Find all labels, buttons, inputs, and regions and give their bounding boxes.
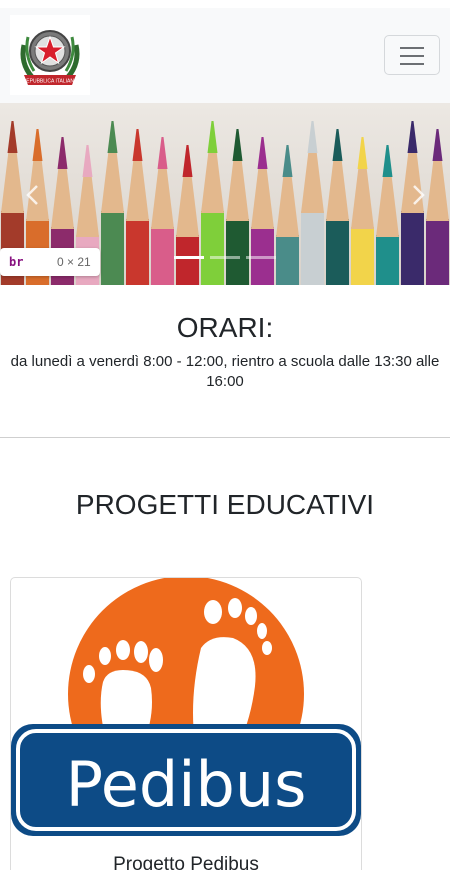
- carousel-next-icon[interactable]: [405, 183, 429, 207]
- emblem-icon: REPUBBLICA ITALIANA: [20, 30, 80, 85]
- hamburger-icon-line: [400, 55, 424, 57]
- card-title[interactable]: Progetto Pedibus: [11, 854, 361, 870]
- project-card[interactable]: Pedibus Progetto Pedibus: [10, 577, 362, 870]
- menu-toggle-button[interactable]: [384, 35, 440, 75]
- pedibus-logo-text: Pedibus: [66, 748, 307, 821]
- devtools-element-tooltip: br 0 × 21: [0, 248, 100, 276]
- top-strip: [0, 0, 450, 8]
- carousel-indicator[interactable]: [174, 256, 204, 259]
- hours-text: da lunedì a venerdì 8:00 - 12:00, rientr…: [10, 353, 440, 390]
- tooltip-tag-name: br: [9, 255, 24, 269]
- carousel-indicator[interactable]: [210, 256, 240, 259]
- projects-title: PROGETTI EDUCATIVI: [75, 489, 375, 520]
- tooltip-dimensions: 0 × 21: [57, 255, 91, 269]
- navbar: REPUBBLICA ITALIANA: [0, 8, 450, 103]
- hamburger-icon-line: [400, 63, 424, 65]
- pedibus-logo: Pedibus: [11, 578, 361, 836]
- svg-text:REPUBBLICA ITALIANA: REPUBBLICA ITALIANA: [23, 79, 78, 85]
- carousel-prev-icon[interactable]: [22, 183, 46, 207]
- logo-emblem[interactable]: REPUBBLICA ITALIANA: [10, 15, 90, 95]
- carousel-indicator[interactable]: [246, 256, 276, 259]
- hamburger-icon: [400, 47, 424, 49]
- hours-title: ORARI:: [176, 312, 274, 343]
- section-divider: [0, 437, 450, 438]
